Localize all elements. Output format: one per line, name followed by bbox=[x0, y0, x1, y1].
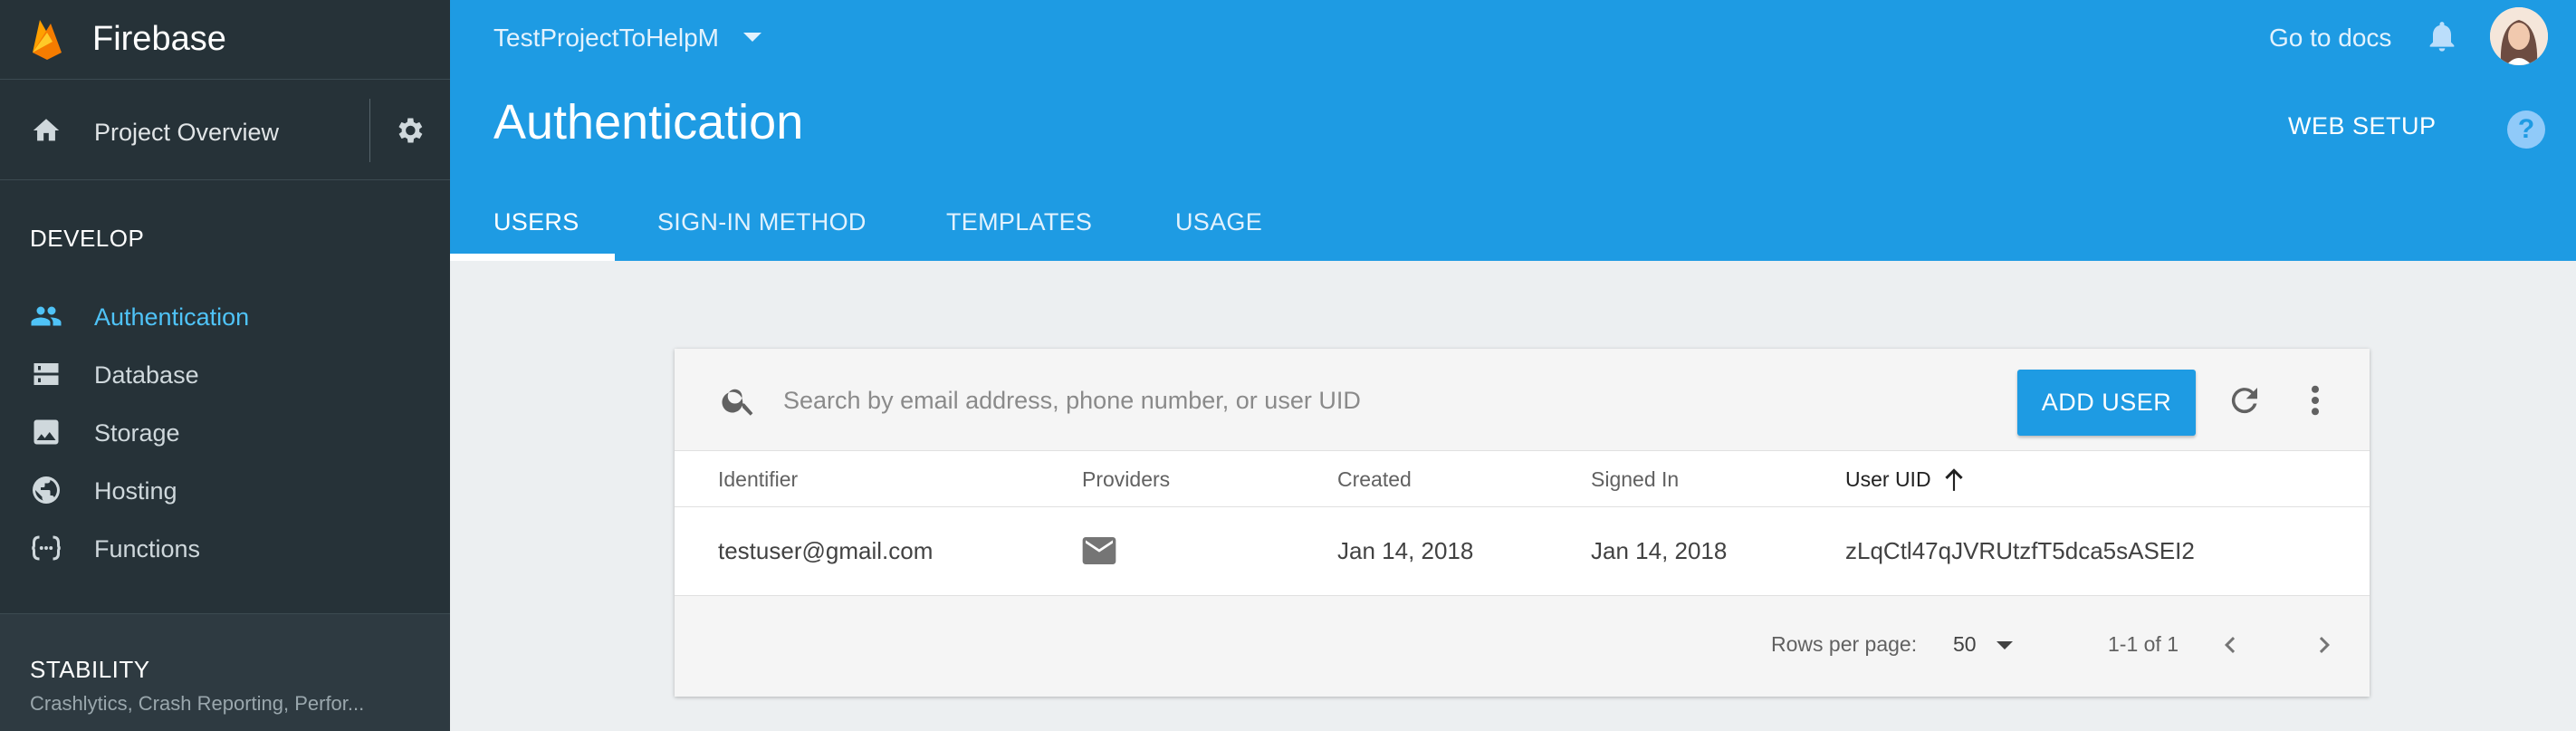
tab-users[interactable]: USERS bbox=[493, 208, 579, 236]
sidebar: Firebase Project Overview DEVELOP Authen… bbox=[0, 0, 450, 731]
brand-bar[interactable]: Firebase bbox=[0, 0, 450, 80]
tab-usage[interactable]: USAGE bbox=[1175, 208, 1262, 236]
stability-section-title: STABILITY bbox=[30, 656, 150, 683]
search-icon bbox=[722, 389, 753, 416]
cell-created: Jan 14, 2018 bbox=[1337, 537, 1474, 564]
users-toolbar: ADD USER bbox=[675, 349, 2370, 451]
column-header-identifier[interactable]: Identifier bbox=[718, 467, 798, 492]
sidebar-item-label: Database bbox=[94, 361, 199, 389]
sidebar-item-authentication[interactable]: Authentication bbox=[0, 291, 450, 341]
cell-user-uid: zLqCtl47qJVRUtzfT5dca5sASEI2 bbox=[1845, 537, 2195, 564]
sidebar-item-label: Authentication bbox=[94, 303, 250, 331]
tab-sign-in-method[interactable]: SIGN-IN METHOD bbox=[657, 208, 867, 236]
users-card: ADD USER Identifier Providers Created Si… bbox=[675, 349, 2370, 697]
gear-icon[interactable] bbox=[393, 114, 426, 147]
page-title: Authentication bbox=[493, 95, 804, 149]
arrow-up-icon[interactable] bbox=[1942, 466, 1966, 493]
add-user-button[interactable]: ADD USER bbox=[2017, 370, 2196, 436]
firebase-logo-icon bbox=[33, 20, 62, 60]
home-icon bbox=[33, 119, 60, 141]
active-tab-indicator bbox=[450, 254, 615, 261]
column-header-providers: Providers bbox=[1082, 467, 1171, 491]
image-icon bbox=[34, 419, 59, 445]
project-overview-label: Project Overview bbox=[94, 119, 280, 146]
sidebar-item-label: Hosting bbox=[94, 477, 177, 505]
chevron-down-icon[interactable] bbox=[743, 33, 761, 42]
user-avatar-icon bbox=[2490, 7, 2548, 65]
header: TestProjectToHelpM Go to docs Authentica… bbox=[450, 0, 2576, 261]
rows-per-page-select[interactable]: 50 bbox=[1953, 632, 1977, 657]
web-setup-button[interactable]: WEB SETUP bbox=[2288, 112, 2437, 140]
cell-signed-in: Jan 14, 2018 bbox=[1591, 537, 1728, 564]
sidebar-item-hosting[interactable]: Hosting bbox=[0, 465, 450, 515]
bell-icon[interactable] bbox=[2424, 18, 2460, 54]
globe-icon bbox=[33, 476, 60, 504]
help-icon[interactable]: ? bbox=[2507, 111, 2545, 149]
stability-subtitle: Crashlytics, Crash Reporting, Perfor... bbox=[30, 692, 365, 715]
sidebar-item-storage[interactable]: Storage bbox=[0, 407, 450, 457]
column-header-signed-in[interactable]: Signed In bbox=[1591, 467, 1679, 492]
pagination-range: 1-1 of 1 bbox=[2108, 632, 2179, 656]
project-overview[interactable]: Project Overview bbox=[0, 81, 450, 180]
divider bbox=[369, 99, 370, 162]
table-header: Identifier Providers Created Signed In U… bbox=[675, 451, 2370, 507]
cell-identifier: testuser@gmail.com bbox=[718, 537, 934, 564]
chevron-right-icon[interactable] bbox=[2308, 627, 2341, 663]
more-vert-icon[interactable] bbox=[2304, 381, 2326, 419]
refresh-icon[interactable] bbox=[2226, 381, 2264, 419]
chevron-left-icon[interactable] bbox=[2214, 627, 2246, 663]
people-icon bbox=[31, 306, 62, 326]
develop-section-title: DEVELOP bbox=[30, 225, 145, 252]
functions-icon bbox=[32, 535, 61, 561]
sidebar-item-label: Storage bbox=[94, 419, 180, 447]
email-icon bbox=[1082, 537, 1116, 564]
rows-per-page-label: Rows per page: bbox=[1771, 632, 1918, 656]
table-footer: Rows per page: 50 1-1 of 1 bbox=[675, 596, 2370, 697]
brand-name: Firebase bbox=[92, 20, 226, 58]
column-header-created[interactable]: Created bbox=[1337, 467, 1412, 492]
sidebar-item-functions[interactable]: Functions bbox=[0, 523, 450, 573]
search-input[interactable] bbox=[783, 380, 1689, 421]
table-row[interactable]: testuser@gmail.com Jan 14, 2018 Jan 14, … bbox=[675, 507, 2370, 596]
tab-templates[interactable]: TEMPLATES bbox=[946, 208, 1092, 236]
project-selector[interactable]: TestProjectToHelpM bbox=[493, 24, 719, 53]
chevron-down-icon[interactable] bbox=[1997, 641, 2013, 649]
sidebar-item-database[interactable]: Database bbox=[0, 349, 450, 399]
column-header-user-uid[interactable]: User UID bbox=[1845, 467, 1931, 492]
database-icon bbox=[34, 363, 59, 385]
avatar[interactable] bbox=[2490, 7, 2548, 65]
go-to-docs-link[interactable]: Go to docs bbox=[2269, 24, 2391, 53]
sidebar-item-label: Functions bbox=[94, 535, 201, 563]
